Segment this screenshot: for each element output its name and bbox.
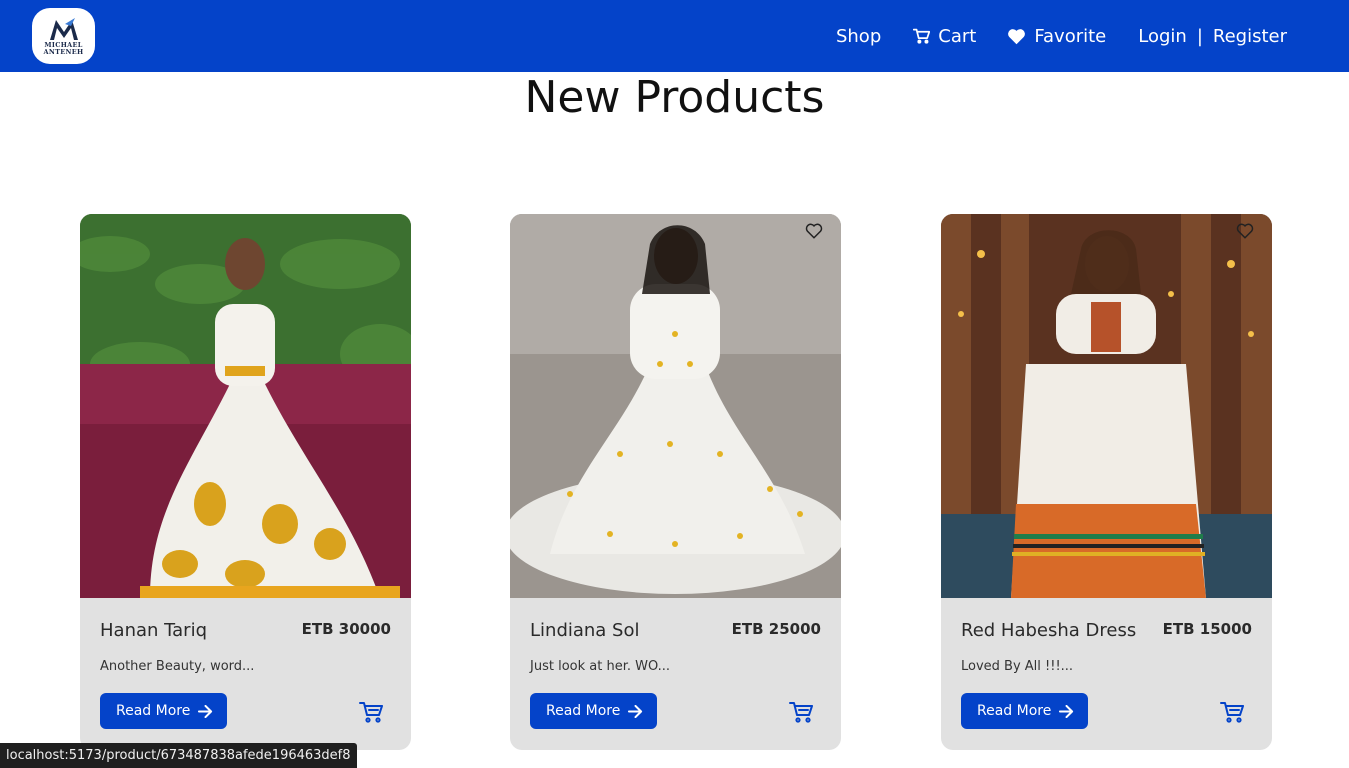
nav-shop-link[interactable]: Shop: [836, 26, 881, 47]
product-name[interactable]: Hanan Tariq: [100, 620, 207, 641]
product-name[interactable]: Lindiana Sol: [530, 620, 640, 641]
nav-register-link[interactable]: Register: [1213, 26, 1287, 47]
product-photo: [80, 214, 411, 598]
product-card: Red Habesha Dress ETB 15000 Loved By All…: [941, 214, 1272, 750]
product-price: ETB 15000: [1162, 620, 1252, 638]
brand-logo[interactable]: MICHAEL ANTENEH: [32, 8, 95, 64]
product-card: Lindiana Sol ETB 25000 Just look at her.…: [510, 214, 841, 750]
add-to-cart-icon[interactable]: [359, 700, 383, 724]
status-bar-url: localhost:5173/product/673487838afede196…: [0, 743, 357, 768]
arrow-right-icon: [628, 704, 643, 718]
page-title: New Products: [524, 72, 825, 123]
arrow-right-icon: [1059, 704, 1074, 718]
heart-outline-icon[interactable]: [805, 222, 823, 240]
product-name[interactable]: Red Habesha Dress: [961, 620, 1136, 641]
add-to-cart-icon[interactable]: [789, 700, 813, 724]
nav-favorite-link[interactable]: Favorite: [1007, 26, 1106, 47]
product-photo: [510, 214, 841, 598]
product-description: Loved By All !!!...: [961, 659, 1074, 674]
nav-favorite-label: Favorite: [1034, 25, 1107, 47]
product-image[interactable]: [80, 214, 411, 598]
cart-icon: [913, 28, 931, 44]
navbar: MICHAEL ANTENEH Shop Cart Favorite Login…: [0, 0, 1349, 72]
product-description: Another Beauty, word...: [100, 659, 255, 674]
logo-text-line2: ANTENEH: [43, 48, 84, 56]
nav-cart-link[interactable]: Cart: [913, 26, 976, 47]
product-image[interactable]: [941, 214, 1272, 598]
nav-separator: |: [1196, 25, 1203, 47]
read-more-button[interactable]: Read More: [530, 693, 658, 729]
read-more-label: Read More: [116, 703, 191, 719]
product-price: ETB 25000: [731, 620, 821, 638]
add-to-cart-icon[interactable]: [1220, 700, 1244, 724]
product-price: ETB 30000: [301, 620, 391, 638]
product-card: Hanan Tariq ETB 30000 Another Beauty, wo…: [80, 214, 411, 750]
nav-login-link[interactable]: Login: [1138, 26, 1187, 47]
read-more-button[interactable]: Read More: [961, 693, 1089, 729]
read-more-button[interactable]: Read More: [100, 693, 228, 729]
product-description: Just look at her. WO...: [530, 659, 671, 674]
product-photo: [941, 214, 1272, 598]
read-more-label: Read More: [546, 703, 621, 719]
nav-links: Shop Cart Favorite Login | Register: [836, 0, 1287, 72]
heart-icon: [1008, 28, 1026, 44]
arrow-right-icon: [198, 704, 213, 718]
logo-mark-icon: [49, 18, 78, 40]
heart-outline-icon[interactable]: [1236, 222, 1254, 240]
read-more-label: Read More: [977, 703, 1052, 719]
nav-cart-label: Cart: [938, 25, 977, 47]
product-image[interactable]: [510, 214, 841, 598]
